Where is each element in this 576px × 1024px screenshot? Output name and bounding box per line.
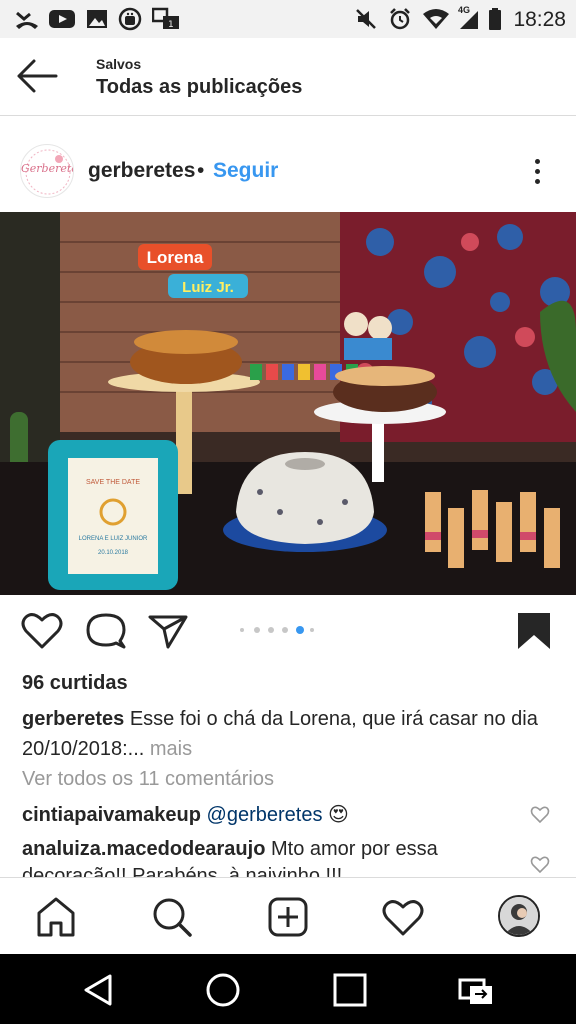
system-recents-icon[interactable] (330, 970, 370, 1010)
gallery-icon (87, 10, 107, 28)
view-all-comments-link[interactable]: Ver todos os 11 comentários (22, 768, 274, 791)
avatar-logo-text: Gerberetes (21, 162, 73, 175)
battery-icon (489, 8, 501, 30)
bottom-navigation (0, 877, 576, 954)
topper-bride-name: Lorena (147, 248, 204, 267)
system-back-icon[interactable] (78, 970, 118, 1010)
username-separator: • (197, 159, 205, 182)
caption-username[interactable]: gerberetes (22, 708, 124, 730)
comment-text: Mto amor por essa (265, 838, 438, 860)
post-username[interactable]: gerberetes (88, 159, 195, 183)
frame-text-3: 20.10.2018 (98, 550, 129, 556)
topper-groom-name: Luiz Jr. (182, 279, 234, 296)
app-header: Salvos Todas as publicações (0, 38, 576, 116)
comment-username[interactable]: cintiapaivamakeup (22, 804, 201, 826)
youtube-icon (49, 10, 75, 28)
alarm-icon (390, 8, 410, 30)
party-table-photo: Lorena Luiz Jr. SAVE THE DATE LORENA E L… (0, 212, 576, 595)
comment-mention[interactable]: @gerberetes (207, 804, 323, 826)
likes-count[interactable]: 96 curtidas (22, 672, 128, 695)
frame-text-1: SAVE THE DATE (86, 479, 140, 486)
carousel-indicator (240, 626, 340, 634)
status-time: 18:28 (513, 8, 566, 31)
more-options-icon[interactable] (524, 157, 550, 185)
new-post-icon[interactable] (266, 895, 310, 939)
svg-text:1: 1 (168, 20, 174, 30)
header-kicker: Salvos (96, 56, 142, 72)
carousel-dot-active (296, 626, 304, 634)
profile-avatar[interactable] (498, 895, 540, 937)
comment-like-icon[interactable] (530, 806, 550, 824)
back-arrow-icon[interactable] (14, 56, 60, 96)
mute-icon (356, 9, 376, 29)
carousel-dot (268, 627, 274, 633)
carousel-dot (240, 628, 244, 632)
profile-photo-icon (500, 897, 538, 935)
like-heart-icon[interactable] (20, 611, 64, 651)
page-title: Todas as publicações (96, 76, 303, 98)
post-header: Gerberetes gerberetes • Seguir (0, 117, 576, 212)
post-photo[interactable]: Lorena Luiz Jr. SAVE THE DATE LORENA E L… (0, 212, 576, 595)
android-debug-icon (118, 7, 142, 31)
follow-button[interactable]: Seguir (213, 159, 278, 183)
missed-call-icon (16, 11, 38, 29)
transfer-icon: 1 (152, 7, 179, 30)
system-home-icon[interactable] (203, 970, 243, 1010)
post-actions (0, 595, 576, 665)
share-send-icon[interactable] (146, 611, 190, 651)
status-bar: 1 4G 18:28 (0, 0, 576, 38)
comment-bubble-icon[interactable] (84, 611, 128, 651)
activity-heart-icon[interactable] (381, 895, 425, 939)
wifi-icon (423, 9, 449, 29)
comment-emoji: 😍 (328, 804, 349, 826)
system-navigation-bar (0, 954, 576, 1024)
carousel-dot (310, 628, 314, 632)
home-icon[interactable] (34, 895, 78, 939)
comment-like-icon[interactable] (530, 856, 550, 874)
caption-more-link[interactable]: mais (144, 738, 192, 760)
comment-2: analuiza.macedodearaujo Mto amor por ess… (22, 838, 522, 861)
comment-username[interactable]: analuiza.macedodearaujo (22, 838, 265, 860)
signal-icon (460, 11, 478, 29)
post-author-avatar[interactable]: Gerberetes (20, 144, 74, 198)
comment-text-continued: decoração!! Parabéns, à naivinho !!! (22, 866, 343, 877)
carousel-dot (282, 627, 288, 633)
comment-1: cintiapaivamakeup @gerberetes 😍 (22, 802, 522, 827)
screen-cast-icon[interactable] (456, 970, 496, 1010)
search-icon[interactable] (150, 895, 194, 939)
post-caption: gerberetes Esse foi o chá da Lorena, que… (22, 704, 562, 764)
saved-bookmark-icon[interactable] (512, 611, 556, 651)
frame-text-2: LORENA E LUIZ JUNIOR (79, 536, 148, 542)
carousel-dot (254, 627, 260, 633)
